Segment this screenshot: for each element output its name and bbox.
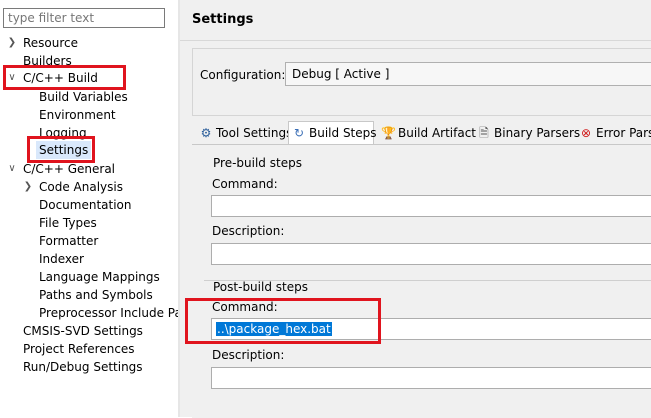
build-steps-icon: ↻: [293, 126, 305, 140]
page-header: Settings: [180, 0, 651, 41]
page-title: Settings: [192, 12, 254, 27]
tab-label: Binary Parsers: [494, 126, 581, 140]
tree-item-preprocessor-include[interactable]: Preprocessor Include Pat: [39, 304, 187, 322]
post-build-command-text: ..\package_hex.bat: [216, 322, 332, 336]
post-build-description-input[interactable]: [211, 367, 651, 389]
pre-build-command-input[interactable]: [211, 195, 651, 217]
tree-item-code-analysis[interactable]: Code Analysis: [39, 178, 123, 196]
settings-tabs: ⚙ Tool Settings ↻ Build Steps 🏆 Build Ar…: [192, 121, 651, 145]
filter-input[interactable]: type filter text: [3, 8, 165, 28]
tree-item-settings[interactable]: Settings: [36, 141, 92, 159]
chevron-right-icon[interactable]: ❯: [7, 34, 17, 52]
post-build-description-label: Description:: [212, 348, 285, 362]
tab-binary-parsers[interactable]: 🗎 Binary Parsers: [474, 122, 580, 144]
post-build-command-input[interactable]: ..\package_hex.bat: [211, 318, 651, 340]
tree-item-cmsis-svd-settings[interactable]: CMSIS-SVD Settings: [23, 322, 143, 340]
tree-item-cpp-general[interactable]: C/C++ General: [23, 160, 115, 178]
pre-build-description-label: Description:: [212, 224, 285, 238]
tab-label: Build Steps: [309, 126, 377, 140]
tree-item-project-references[interactable]: Project References: [23, 340, 135, 358]
tree-item-builders[interactable]: Builders: [23, 52, 72, 70]
tree-item-build-variables[interactable]: Build Variables: [39, 88, 128, 106]
tree-item-run-debug-settings[interactable]: Run/Debug Settings: [23, 358, 143, 376]
error-parsers-icon: ⊗: [580, 126, 592, 140]
tab-label: Error Parse: [596, 126, 651, 140]
tree-item-language-mappings[interactable]: Language Mappings: [39, 268, 160, 286]
settings-page: Settings Configuration: Debug [ Active ]…: [180, 0, 651, 418]
post-build-group-title: Post-build steps: [213, 280, 308, 294]
tree-item-file-types[interactable]: File Types: [39, 214, 97, 232]
chevron-down-icon[interactable]: ∨: [7, 160, 17, 178]
tab-error-parsers[interactable]: ⊗ Error Parse: [576, 122, 651, 144]
chevron-right-icon[interactable]: ❯: [23, 178, 33, 196]
chevron-down-icon[interactable]: ∨: [7, 69, 17, 87]
tree-item-documentation[interactable]: Documentation: [39, 196, 132, 214]
tab-label: Build Artifact: [398, 126, 476, 140]
tree-item-resource[interactable]: Resource: [23, 34, 78, 52]
pre-build-description-input[interactable]: [211, 243, 651, 265]
tab-tool-settings[interactable]: ⚙ Tool Settings: [196, 122, 293, 144]
configuration-select[interactable]: Debug [ Active ]: [285, 62, 651, 86]
tree-item-cpp-build[interactable]: C/C++ Build: [23, 69, 98, 87]
pre-build-command-label: Command:: [212, 177, 278, 191]
preferences-tree-pane: type filter text ❯ Resource Builders ∨ C…: [0, 0, 187, 417]
tree-item-logging[interactable]: Logging: [39, 124, 87, 142]
tree-item-paths-and-symbols[interactable]: Paths and Symbols: [39, 286, 153, 304]
tab-label: Tool Settings: [216, 126, 293, 140]
tab-build-steps[interactable]: ↻ Build Steps: [288, 121, 377, 145]
configuration-label: Configuration:: [200, 68, 286, 82]
tool-settings-icon: ⚙: [200, 126, 212, 140]
pre-build-group-title: Pre-build steps: [213, 156, 302, 170]
build-artifact-icon: 🏆: [381, 126, 396, 140]
post-build-command-label: Command:: [212, 300, 278, 314]
tree-item-environment[interactable]: Environment: [39, 106, 116, 124]
binary-parsers-icon: 🗎: [479, 126, 489, 140]
tree-item-formatter[interactable]: Formatter: [39, 232, 98, 250]
tab-build-artifact[interactable]: 🏆 Build Artifact: [378, 122, 476, 144]
tree-item-indexer[interactable]: Indexer: [39, 250, 84, 268]
